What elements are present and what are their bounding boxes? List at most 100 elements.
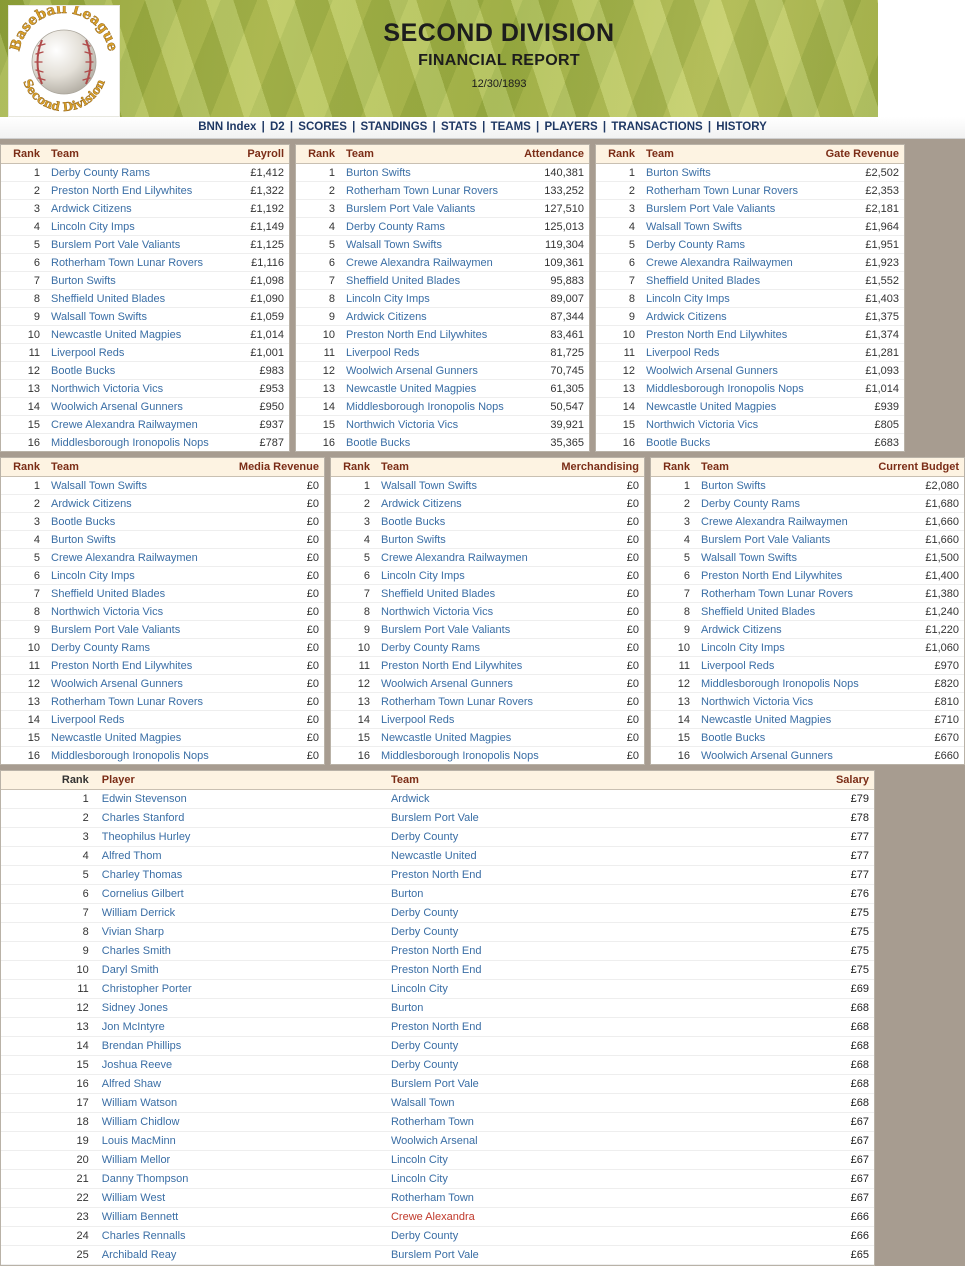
column-header-team[interactable]: Team — [46, 458, 227, 477]
team-link[interactable]: Ardwick Citizens — [646, 311, 727, 323]
team-link[interactable]: Northwich Victoria Vics — [701, 696, 813, 708]
team-link[interactable]: Derby County — [391, 831, 458, 843]
player-link[interactable]: Charles Rennalls — [102, 1230, 186, 1242]
team-link[interactable]: Preston North End — [391, 964, 482, 976]
nav-link-teams[interactable]: TEAMS — [491, 121, 531, 133]
player-link[interactable]: William Derrick — [102, 907, 175, 919]
team-link[interactable]: Newcastle United Magpies — [646, 401, 776, 413]
team-link[interactable]: Crewe Alexandra Railwaymen — [51, 552, 198, 564]
column-header-team[interactable]: Team — [641, 145, 817, 164]
team-link[interactable]: Rotherham Town — [391, 1192, 474, 1204]
team-link[interactable]: Ardwick Citizens — [51, 498, 132, 510]
team-link[interactable]: Walsall Town — [391, 1097, 455, 1109]
team-link[interactable]: Walsall Town Swifts — [51, 480, 147, 492]
team-link[interactable]: Middlesborough Ironopolis Nops — [646, 383, 804, 395]
team-link[interactable]: Rotherham Town Lunar Rovers — [646, 185, 798, 197]
team-link[interactable]: Liverpool Reds — [646, 347, 719, 359]
team-link[interactable]: Bootle Bucks — [346, 437, 410, 449]
team-link[interactable]: Derby County Rams — [346, 221, 445, 233]
team-link[interactable]: Newcastle United Magpies — [381, 732, 511, 744]
team-link[interactable]: Preston North End Lilywhites — [701, 570, 842, 582]
team-link[interactable]: Woolwich Arsenal Gunners — [701, 750, 833, 762]
team-link[interactable]: Liverpool Reds — [346, 347, 419, 359]
column-header-player[interactable]: Player — [96, 771, 386, 790]
team-link[interactable]: Crewe Alexandra Railwaymen — [346, 257, 493, 269]
team-link[interactable]: Liverpool Reds — [701, 660, 774, 672]
team-link[interactable]: Burslem Port Vale — [391, 1249, 479, 1261]
team-link[interactable]: Ardwick Citizens — [701, 624, 782, 636]
player-link[interactable]: Christopher Porter — [102, 983, 192, 995]
team-link[interactable]: Derby County — [391, 1059, 458, 1071]
team-link[interactable]: Derby County Rams — [381, 642, 480, 654]
team-link[interactable]: Woolwich Arsenal Gunners — [646, 365, 778, 377]
team-link[interactable]: Sheffield United Blades — [51, 588, 165, 600]
team-link[interactable]: Newcastle United Magpies — [346, 383, 476, 395]
team-link[interactable]: Newcastle United — [391, 850, 477, 862]
player-link[interactable]: Charles Stanford — [102, 812, 185, 824]
player-link[interactable]: William Watson — [102, 1097, 177, 1109]
player-link[interactable]: Brendan Phillips — [102, 1040, 182, 1052]
nav-link-players[interactable]: PLAYERS — [544, 121, 597, 133]
team-link[interactable]: Burslem Port Vale Valiants — [346, 203, 475, 215]
column-header-team[interactable]: Team — [385, 771, 730, 790]
team-link[interactable]: Preston North End Lilywhites — [346, 329, 487, 341]
player-link[interactable]: William Chidlow — [102, 1116, 180, 1128]
team-link[interactable]: Middlesborough Ironopolis Nops — [51, 750, 209, 762]
player-link[interactable]: William West — [102, 1192, 165, 1204]
player-link[interactable]: Alfred Thom — [102, 850, 162, 862]
player-link[interactable]: Joshua Reeve — [102, 1059, 172, 1071]
team-link[interactable]: Burslem Port Vale Valiants — [51, 239, 180, 251]
team-link[interactable]: Ardwick Citizens — [381, 498, 462, 510]
nav-link-transactions[interactable]: TRANSACTIONS — [611, 121, 702, 133]
column-header-salary[interactable]: Salary — [729, 771, 874, 790]
nav-link-history[interactable]: HISTORY — [716, 121, 766, 133]
team-link[interactable]: Preston North End — [391, 869, 482, 881]
team-link[interactable]: Bootle Bucks — [701, 732, 765, 744]
team-link[interactable]: Liverpool Reds — [51, 347, 124, 359]
team-link[interactable]: Lincoln City — [391, 983, 448, 995]
team-link[interactable]: Crewe Alexandra — [391, 1211, 475, 1223]
team-link[interactable]: Lincoln City Imps — [51, 570, 135, 582]
team-link[interactable]: Derby County Rams — [646, 239, 745, 251]
team-link[interactable]: Rotherham Town Lunar Rovers — [381, 696, 533, 708]
team-link[interactable]: Preston North End — [391, 1021, 482, 1033]
column-header-value[interactable]: Merchandising — [552, 458, 644, 477]
team-link[interactable]: Walsall Town Swifts — [346, 239, 442, 251]
team-link[interactable]: Preston North End Lilywhites — [381, 660, 522, 672]
team-link[interactable]: Bootle Bucks — [51, 516, 115, 528]
team-link[interactable]: Sheffield United Blades — [381, 588, 495, 600]
player-link[interactable]: Louis MacMinn — [102, 1135, 176, 1147]
team-link[interactable]: Northwich Victoria Vics — [646, 419, 758, 431]
column-header-rank[interactable]: Rank — [331, 458, 376, 477]
column-header-team[interactable]: Team — [46, 145, 237, 164]
team-link[interactable]: Derby County Rams — [51, 167, 150, 179]
team-link[interactable]: Derby County — [391, 926, 458, 938]
nav-link-d2[interactable]: D2 — [270, 121, 285, 133]
team-link[interactable]: Burslem Port Vale Valiants — [51, 624, 180, 636]
team-link[interactable]: Derby County — [391, 1040, 458, 1052]
column-header-rank[interactable]: Rank — [1, 771, 97, 790]
team-link[interactable]: Burslem Port Vale Valiants — [646, 203, 775, 215]
column-header-rank[interactable]: Rank — [596, 145, 641, 164]
column-header-rank[interactable]: Rank — [296, 145, 341, 164]
team-link[interactable]: Liverpool Reds — [51, 714, 124, 726]
team-link[interactable]: Woolwich Arsenal — [391, 1135, 478, 1147]
team-link[interactable]: Woolwich Arsenal Gunners — [51, 401, 183, 413]
nav-link-scores[interactable]: SCORES — [298, 121, 347, 133]
player-link[interactable]: Charles Smith — [102, 945, 171, 957]
player-link[interactable]: Edwin Stevenson — [102, 793, 187, 805]
player-link[interactable]: Charley Thomas — [102, 869, 183, 881]
team-link[interactable]: Lincoln City Imps — [701, 642, 785, 654]
team-link[interactable]: Crewe Alexandra Railwaymen — [646, 257, 793, 269]
team-link[interactable]: Sheffield United Blades — [646, 275, 760, 287]
team-link[interactable]: Walsall Town Swifts — [646, 221, 742, 233]
team-link[interactable]: Northwich Victoria Vics — [381, 606, 493, 618]
team-link[interactable]: Rotherham Town Lunar Rovers — [701, 588, 853, 600]
column-header-value[interactable]: Payroll — [236, 145, 289, 164]
column-header-rank[interactable]: Rank — [1, 145, 46, 164]
team-link[interactable]: Burton Swifts — [51, 275, 116, 287]
player-link[interactable]: William Mellor — [102, 1154, 170, 1166]
team-link[interactable]: Woolwich Arsenal Gunners — [51, 678, 183, 690]
column-header-rank[interactable]: Rank — [651, 458, 696, 477]
team-link[interactable]: Woolwich Arsenal Gunners — [346, 365, 478, 377]
